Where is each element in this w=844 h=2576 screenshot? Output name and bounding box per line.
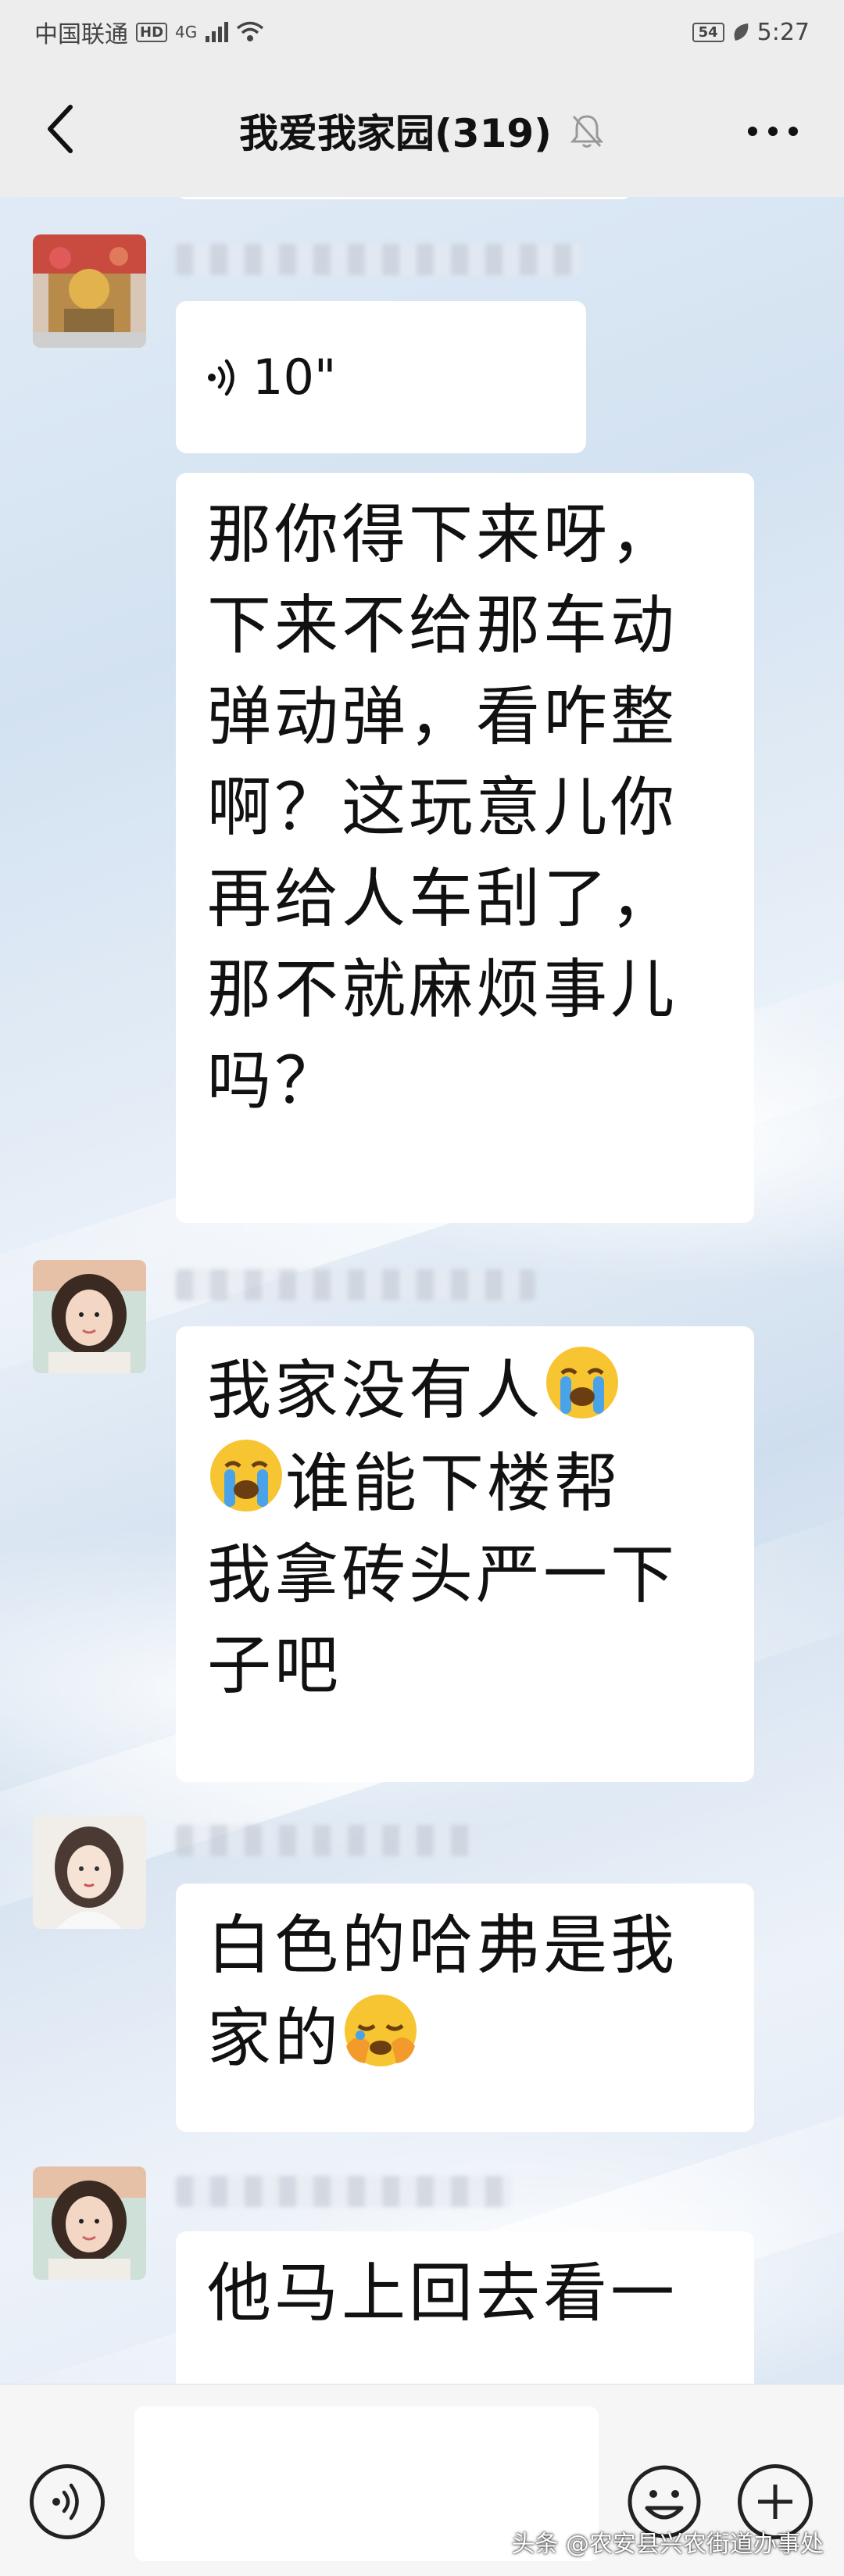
avatar-image: [33, 1816, 146, 1929]
network-type: 4G: [175, 23, 198, 41]
message-text: 他马上回去看一: [207, 2256, 678, 2331]
voice-wave-icon: [208, 359, 234, 395]
message-line: 家的: [207, 1991, 724, 2084]
sender-nickname: [176, 244, 582, 275]
avatar[interactable]: [33, 234, 146, 348]
more-dots-icon: [748, 127, 798, 136]
message-line: 谁能下楼帮: [207, 1436, 724, 1530]
watermark: 头条 @农安县兴农街道办事处: [511, 2531, 824, 2558]
loudly-crying-face-icon: [210, 1440, 282, 1512]
avatar[interactable]: [33, 1816, 146, 1929]
message-text: 那你得下来呀，下来不给那车动弹动弹，看咋整啊？这玩意儿你再给人车刮了，那不就麻烦…: [207, 498, 678, 1118]
clock: 5:27: [756, 18, 810, 46]
avatar[interactable]: [33, 1260, 146, 1373]
voice-icon: [52, 2483, 79, 2521]
sender-nickname: [176, 2176, 512, 2207]
avatar[interactable]: [33, 2166, 146, 2280]
carrier-name: 中国联通: [34, 21, 128, 48]
leaf-icon: [734, 23, 748, 41]
voice-input-button[interactable]: [30, 2464, 105, 2539]
message-line: 白色的哈弗是我: [207, 1909, 678, 1983]
status-left: 中国联通 HD 4G: [34, 15, 264, 49]
avatar-image: [33, 2166, 146, 2280]
back-button[interactable]: [36, 102, 83, 156]
text-message-bubble[interactable]: 我家没有人 谁能下楼帮 我拿砖头严一下 子吧: [176, 1326, 754, 1782]
avatar-image: [33, 1260, 146, 1373]
more-button[interactable]: [747, 108, 799, 139]
avatar-image: [33, 234, 146, 348]
text-message-bubble[interactable]: 那你得下来呀，下来不给那车动弹动弹，看咋整啊？这玩意儿你再给人车刮了，那不就麻烦…: [176, 473, 754, 1223]
bell-muted-icon: [570, 115, 604, 148]
voice-message-bubble[interactable]: 10": [176, 301, 586, 453]
sender-nickname: [176, 1825, 473, 1856]
status-bar: 中国联通 HD 4G 54 5:27: [0, 0, 844, 64]
wifi-icon: [237, 21, 264, 41]
battery-icon: 54: [692, 22, 724, 42]
status-right: 54 5:27: [692, 19, 810, 46]
face-palm-crying-icon: [345, 1995, 417, 2067]
message-line: 子吧: [207, 1629, 342, 1704]
text-message-bubble[interactable]: 白色的哈弗是我 家的: [176, 1884, 754, 2132]
sender-nickname: [176, 1269, 535, 1301]
chevron-left-icon: [48, 105, 73, 153]
loudly-crying-face-icon: [546, 1347, 619, 1419]
chat-title[interactable]: 我爱我家园(319): [239, 102, 552, 159]
voice-duration: 10": [252, 349, 337, 406]
hd-badge: HD: [136, 22, 168, 42]
message-line: 我拿砖头严一下: [207, 1537, 678, 1612]
plus-icon: [758, 2485, 792, 2519]
title-wrap: 我爱我家园(319): [239, 102, 605, 159]
message-line: 我家没有人: [207, 1343, 724, 1436]
signal-icon: [206, 22, 229, 42]
chat-header: 我爱我家园(319): [0, 64, 844, 197]
